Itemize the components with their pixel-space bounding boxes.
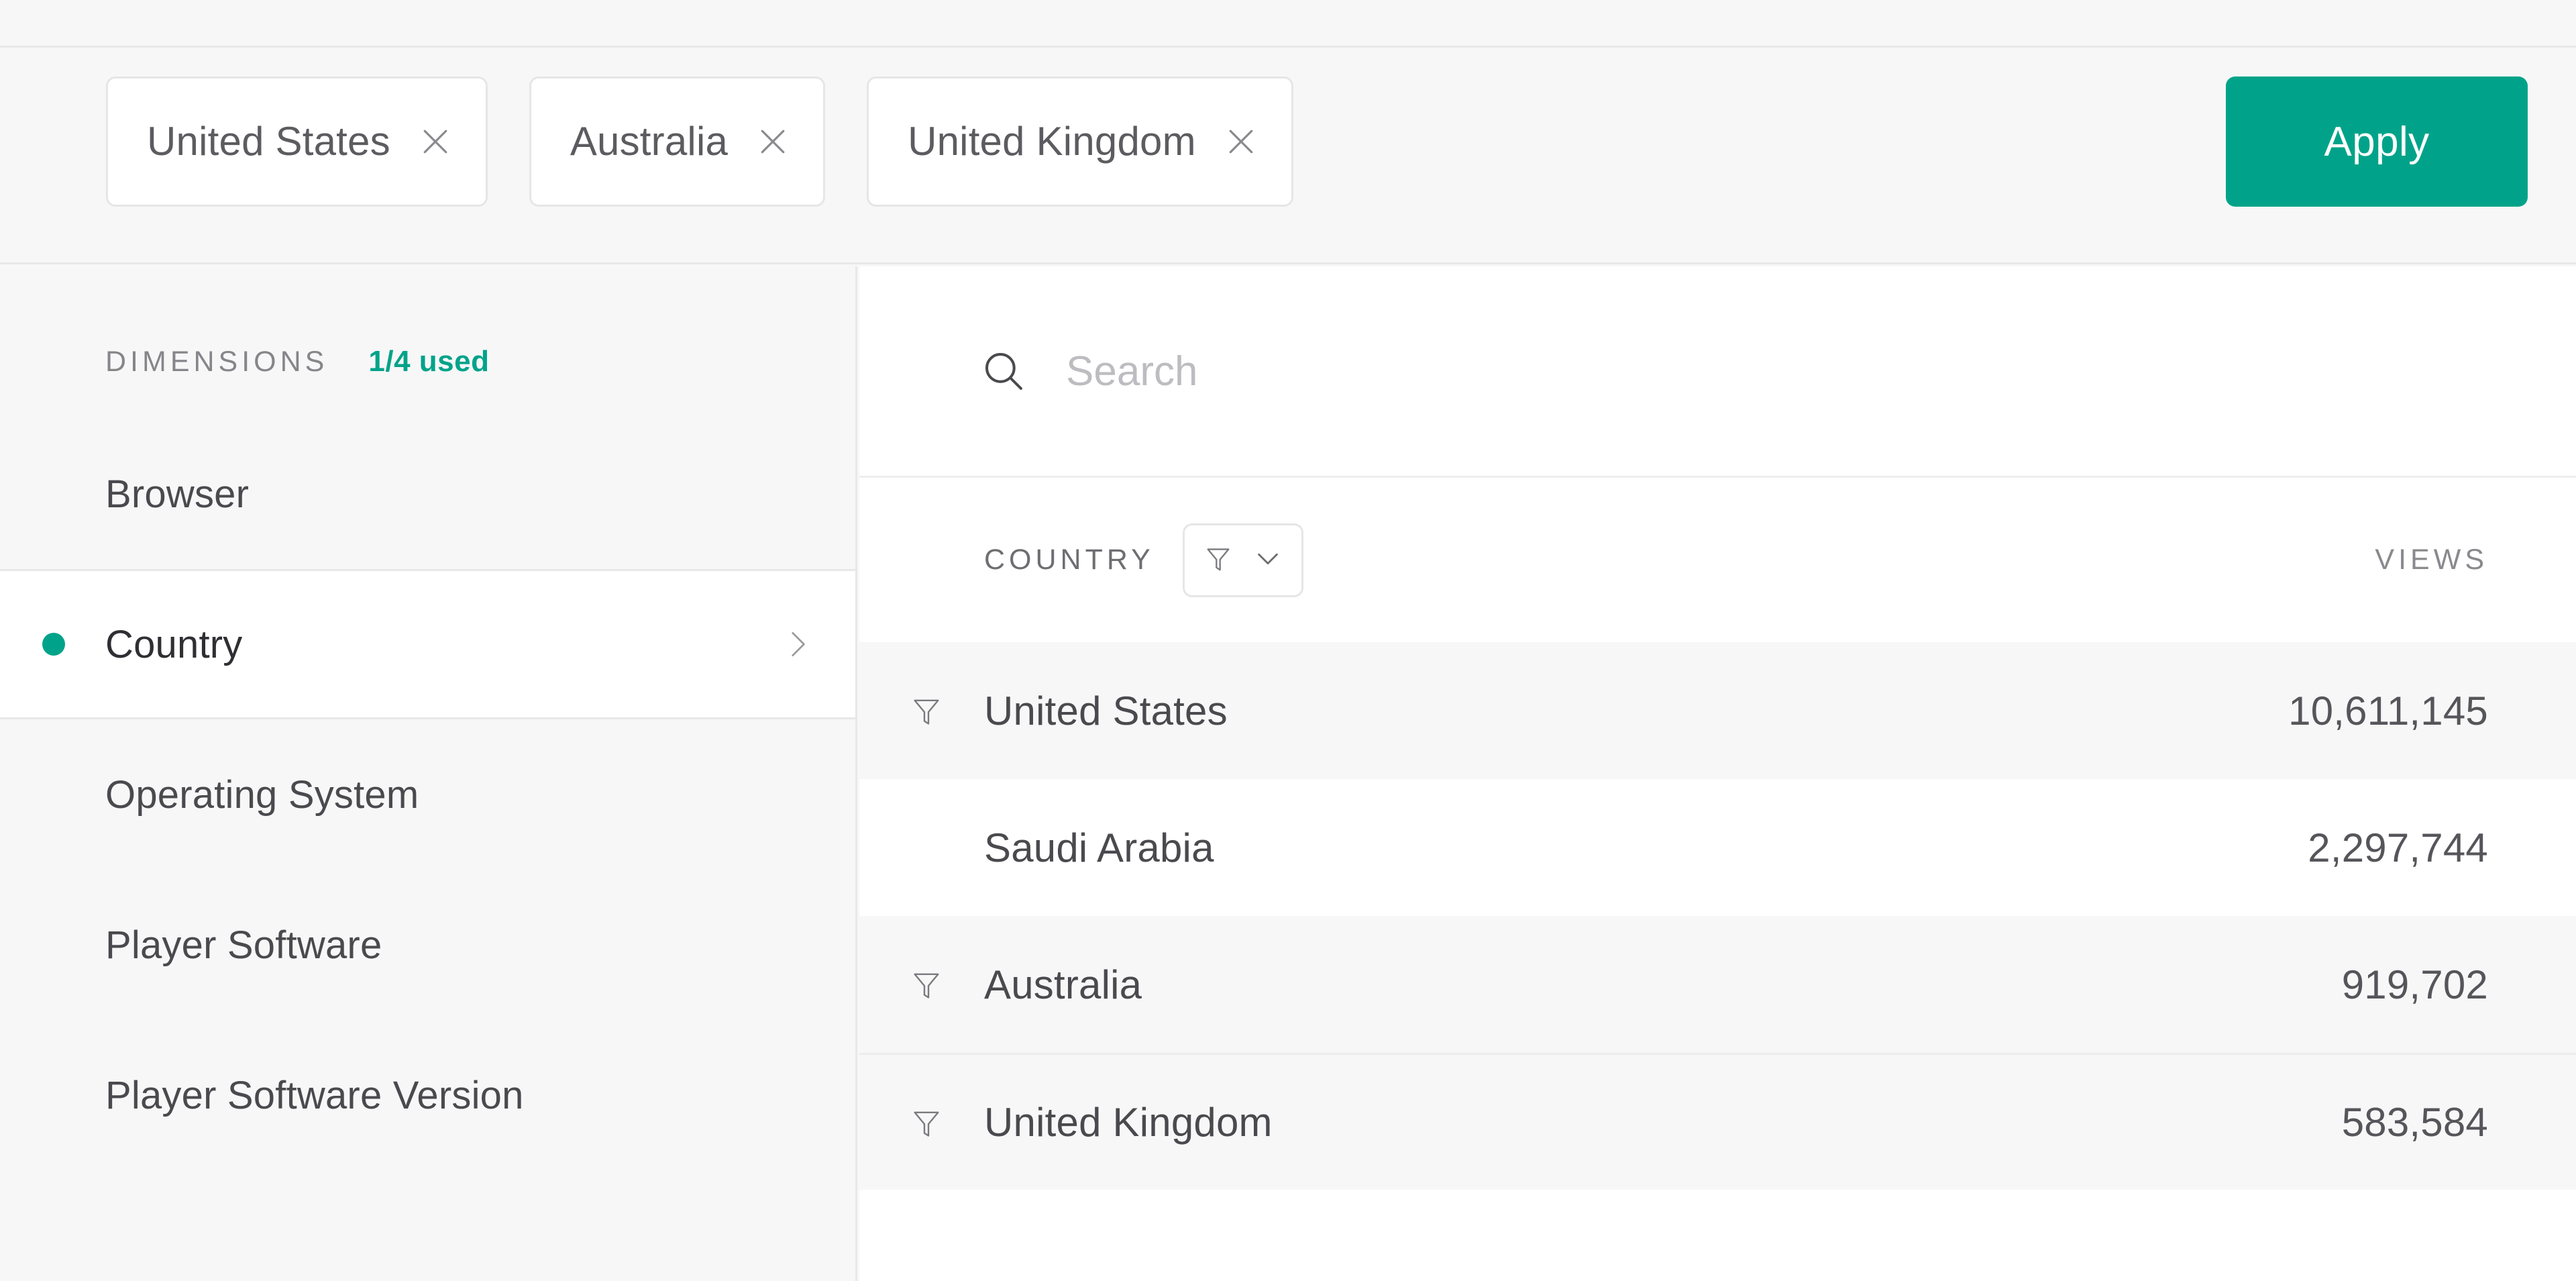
- sidebar-item-label: Operating System: [105, 772, 419, 817]
- filter-chip-list: United States Australia United Kingdom: [106, 76, 1293, 207]
- table-row-name: Australia: [984, 962, 1142, 1007]
- close-icon[interactable]: [755, 123, 791, 160]
- sidebar-item-label: Country: [105, 622, 243, 666]
- chevron-right-icon[interactable]: [780, 627, 814, 661]
- table-row[interactable]: United Kingdom 583,584: [859, 1053, 2576, 1190]
- dimensions-header: DIMENSIONS 1/4 used: [105, 345, 489, 378]
- filter-chip-label: Australia: [570, 119, 729, 164]
- funnel-icon: [1203, 543, 1234, 577]
- filter-chip-australia[interactable]: Australia: [529, 76, 826, 207]
- filter-chip-label: United Kingdom: [908, 119, 1196, 164]
- funnel-icon: [908, 1104, 945, 1141]
- search-input[interactable]: [1066, 347, 2206, 395]
- chevron-down-icon: [1252, 543, 1283, 577]
- sidebar-item-label: Player Software: [105, 923, 382, 967]
- filter-chip-bar: United States Australia United Kingdom A…: [0, 50, 2576, 264]
- table-header: COUNTRY VIEWS: [859, 478, 2576, 642]
- filter-chip-united-kingdom[interactable]: United Kingdom: [867, 76, 1293, 207]
- close-icon[interactable]: [417, 123, 453, 160]
- sidebar-item-browser[interactable]: Browser: [0, 419, 855, 569]
- body-area: DIMENSIONS 1/4 used Browser Country Oper…: [0, 266, 2576, 1281]
- status-dot-icon: [42, 633, 65, 656]
- table-row[interactable]: Australia 919,702: [859, 916, 2576, 1053]
- table-row-name: United Kingdom: [984, 1100, 1273, 1145]
- table-row[interactable]: Saudi Arabia 2,297,744: [859, 779, 2576, 916]
- country-filter-dropdown[interactable]: [1182, 523, 1303, 597]
- filter-chip-united-states[interactable]: United States: [106, 76, 488, 207]
- sidebar-item-label: Browser: [105, 472, 250, 516]
- funnel-icon: [908, 692, 945, 729]
- filter-dimensions-screen: United States Australia United Kingdom A…: [0, 0, 2576, 1281]
- dimensions-title: DIMENSIONS: [105, 346, 329, 378]
- table-row-name: Saudi Arabia: [984, 825, 1214, 870]
- apply-button[interactable]: Apply: [2226, 76, 2528, 207]
- table-row[interactable]: United States 10,611,145: [859, 642, 2576, 779]
- table-row-value: 2,297,744: [2308, 825, 2488, 870]
- search-icon: [979, 346, 1028, 396]
- table-row-value: 919,702: [2341, 962, 2488, 1007]
- filter-chip-label: United States: [147, 119, 390, 164]
- table-row-value: 583,584: [2341, 1100, 2488, 1145]
- table-row-name: United States: [984, 688, 1228, 733]
- table-body: United States 10,611,145 Saudi Arabia 2,…: [859, 642, 2576, 1190]
- sidebar-item-operating-system[interactable]: Operating System: [0, 719, 855, 870]
- dimensions-usage-badge: 1/4 used: [368, 345, 490, 378]
- sidebar-item-player-software-version[interactable]: Player Software Version: [0, 1020, 855, 1170]
- column-header-country: COUNTRY: [984, 523, 1303, 597]
- sidebar-item-player-software[interactable]: Player Software: [0, 870, 855, 1020]
- dimension-values-panel: COUNTRY VIEWS: [859, 266, 2576, 1281]
- column-header-views-label: VIEWS: [2375, 544, 2488, 576]
- table-row-value: 10,611,145: [2288, 688, 2488, 733]
- search-bar[interactable]: [859, 266, 2576, 478]
- close-icon[interactable]: [1223, 123, 1259, 160]
- funnel-icon: [908, 966, 945, 1003]
- column-header-country-label: COUNTRY: [984, 544, 1155, 576]
- sidebar-item-label: Player Software Version: [105, 1073, 524, 1117]
- dimensions-sidebar: DIMENSIONS 1/4 used Browser Country Oper…: [0, 266, 857, 1281]
- dimensions-list: Browser Country Operating System Player: [0, 419, 855, 1170]
- sidebar-item-country[interactable]: Country: [0, 569, 855, 719]
- top-strip: [0, 0, 2576, 48]
